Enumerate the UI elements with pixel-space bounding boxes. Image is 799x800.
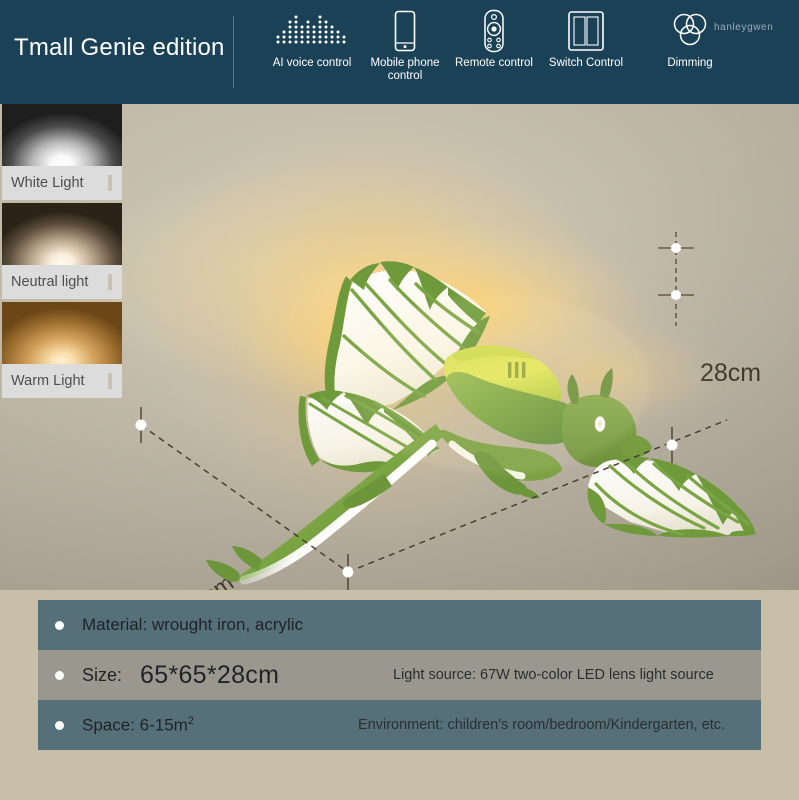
feature-switch-control[interactable]: Switch Control: [540, 8, 632, 70]
bullet-icon: [55, 720, 64, 730]
spec-panel: Material: wrought iron, acrylic Size: 65…: [38, 600, 761, 750]
mobile-phone-icon: [366, 8, 444, 54]
feature-remote-control[interactable]: Remote control: [448, 8, 540, 70]
light-mode-label: Warm Light: [2, 364, 122, 398]
feature-label: Mobile phone control: [370, 57, 440, 82]
spec-row-material: Material: wrought iron, acrylic: [38, 600, 761, 650]
feature-label: Dimming: [667, 57, 713, 69]
spec-row-space: Space: 6-15m2 Environment: children's ro…: [38, 700, 761, 750]
bullet-icon: [55, 620, 64, 630]
neutral-light-preview: [2, 203, 122, 265]
spec-space-text: Space: 6-15m2: [82, 715, 194, 736]
header-divider: [233, 16, 234, 88]
feature-label: AI voice control: [272, 57, 352, 69]
feature-ai-voice-control[interactable]: AI voice control: [258, 8, 366, 70]
spec-row-size: Size: 65*65*28cm Light source: 67W two-c…: [38, 650, 761, 700]
dimension-height-guide: [658, 232, 694, 326]
feature-list: AI voice control Mobile phone control Re…: [258, 8, 793, 98]
dimension-floor-guides: [135, 407, 728, 590]
spec-material-text: Material: wrought iron, acrylic: [82, 615, 304, 634]
page-title: Tmall Genie edition: [14, 34, 225, 61]
spec-space-label: Space: 6-15m: [82, 715, 188, 735]
remote-control-icon: [448, 8, 540, 54]
spec-size-value: 65*65*28cm: [140, 660, 280, 689]
feature-label: Switch Control: [548, 57, 624, 69]
light-mode-swatches: White Light Neutral light Warm Light: [2, 104, 122, 401]
light-mode-label: Neutral light: [2, 265, 122, 299]
spec-light-source-text: Light source: 67W two-color LED lens lig…: [393, 667, 714, 683]
product-photo: 28cm 65cm 65cm White Light Neutral light…: [0, 104, 799, 590]
spec-environment-text: Environment: children's room/bedroom/Kin…: [358, 717, 726, 733]
white-light-preview: [2, 104, 122, 166]
warm-light-preview: [2, 302, 122, 364]
light-mode-label: White Light: [2, 166, 122, 200]
feature-dimming[interactable]: Dimming: [644, 8, 736, 70]
dimming-circles-icon: [644, 8, 736, 54]
light-mode-warm[interactable]: Warm Light: [2, 302, 122, 398]
light-mode-neutral[interactable]: Neutral light: [2, 203, 122, 299]
light-mode-white[interactable]: White Light: [2, 104, 122, 200]
voice-dotmatrix-icon: [258, 8, 366, 54]
header-bar: Tmall Genie edition hanleygwen AI voice …: [0, 0, 799, 104]
spec-size-label: Size:: [82, 664, 123, 685]
spec-space-superscript: 2: [187, 714, 194, 727]
bullet-icon: [55, 670, 64, 680]
feature-mobile-phone-control[interactable]: Mobile phone control: [366, 8, 444, 82]
feature-label: Remote control: [455, 57, 533, 69]
product-infographic: Tmall Genie edition hanleygwen AI voice …: [0, 0, 799, 800]
wall-switch-icon: [540, 8, 632, 54]
